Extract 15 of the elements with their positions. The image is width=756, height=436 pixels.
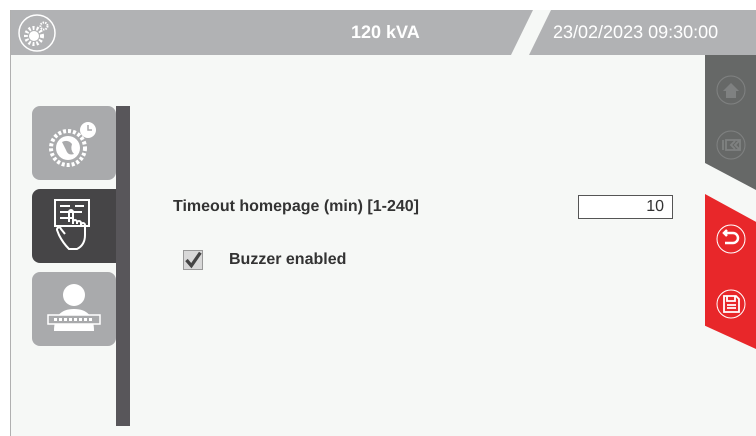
regional-tab[interactable] [32,106,116,180]
buzzer-label: Buzzer enabled [229,250,346,270]
checkmark-icon [184,249,202,271]
timeout-label: Timeout homepage (min) [1-240] [173,197,420,217]
gear-icon [17,12,57,52]
save-icon [714,288,746,320]
timeout-input[interactable]: 10 [578,195,673,219]
rewind-icon [714,129,746,161]
header-title: 120 kVA [351,21,420,44]
buzzer-checkbox[interactable] [183,250,203,270]
date-time: 23/02/2023 09:30:00 [553,21,718,44]
password-tab[interactable] [32,272,116,346]
undo-icon [714,223,746,255]
home-icon [714,74,746,106]
touch-tab[interactable] [32,189,116,263]
